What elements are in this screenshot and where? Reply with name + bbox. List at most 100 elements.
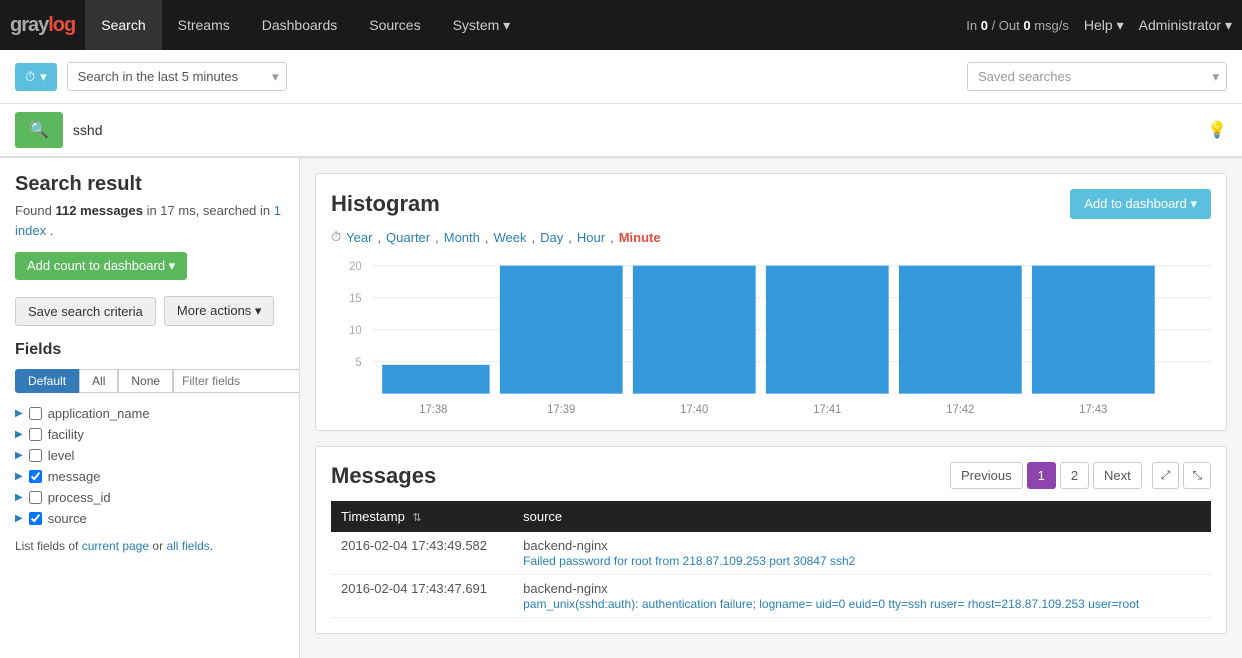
add-count-wrapper: Add count to dashboard ▾ <box>15 252 284 288</box>
histogram-add-dashboard-button[interactable]: Add to dashboard ▾ <box>1070 189 1211 219</box>
collapse-all-button[interactable]: ⤡ <box>1183 462 1211 489</box>
expand-arrow-message[interactable]: ▶ <box>15 471 23 482</box>
interval-month[interactable]: Month <box>444 230 480 245</box>
search-input-row: 🔍 💡 <box>0 104 1242 158</box>
main-layout: Search result Found 112 messages in 17 m… <box>0 158 1242 658</box>
result-count: 112 messages <box>55 203 142 218</box>
fields-tabs: Default All None <box>15 369 284 393</box>
histogram-intervals: ⏱ Year, Quarter, Month, Week, Day, Hour,… <box>331 229 1211 245</box>
field-label-application_name[interactable]: application_name <box>48 406 150 421</box>
time-select[interactable]: Search in the last 5 minutes <box>67 62 287 91</box>
brand-logo[interactable]: graylog <box>10 14 75 37</box>
expand-arrow-level[interactable]: ▶ <box>15 450 23 461</box>
page-1-button[interactable]: 1 <box>1027 462 1056 489</box>
timestamp-1: 2016-02-04 17:43:49.582 <box>331 532 513 575</box>
histogram-title: Histogram <box>331 191 440 217</box>
timestamp-2: 2016-02-04 17:43:47.691 <box>331 575 513 618</box>
svg-text:17:40: 17:40 <box>680 404 708 415</box>
interval-hour[interactable]: Hour <box>577 230 605 245</box>
source-1: backend-nginx <box>523 538 608 553</box>
sort-icon-timestamp: ⇅ <box>412 512 421 524</box>
expand-buttons: ⤢ ⤡ <box>1152 462 1211 489</box>
tab-none[interactable]: None <box>118 369 173 393</box>
checkbox-source[interactable] <box>29 512 42 525</box>
admin-menu[interactable]: Administrator ▾ <box>1139 17 1232 34</box>
more-actions-button[interactable]: More actions ▾ <box>164 296 275 326</box>
search-hint-icon[interactable]: 💡 <box>1207 120 1227 140</box>
checkbox-facility[interactable] <box>29 428 42 441</box>
throughput-stat: In 0 / Out 0 msg/s <box>966 18 1069 33</box>
current-page-link[interactable]: current page <box>82 539 149 553</box>
next-page-button[interactable]: Next <box>1093 462 1142 489</box>
interval-minute[interactable]: Minute <box>619 230 661 245</box>
messages-table: Timestamp ⇅ source 2016-02-04 17:43:49.5… <box>331 501 1211 618</box>
expand-arrow-facility[interactable]: ▶ <box>15 429 23 440</box>
source-2: backend-nginx <box>523 581 608 596</box>
all-fields-link[interactable]: all fields <box>166 539 209 553</box>
svg-text:15: 15 <box>349 293 362 305</box>
fields-title: Fields <box>15 341 284 359</box>
messages-card: Messages Previous 1 2 Next ⤢ ⤡ <box>315 446 1227 634</box>
checkbox-message[interactable] <box>29 470 42 483</box>
field-item-process_id: ▶ process_id <box>15 487 284 508</box>
save-search-criteria-button[interactable]: Save search criteria <box>15 297 156 326</box>
field-label-facility[interactable]: facility <box>48 427 84 442</box>
svg-text:10: 10 <box>349 325 362 337</box>
histogram-chart: 20 15 10 5 17:38 17:39 <box>331 255 1211 415</box>
messages-header: Messages Previous 1 2 Next ⤢ ⤡ <box>331 462 1211 489</box>
field-item-application_name: ▶ application_name <box>15 403 284 424</box>
saved-searches-wrapper: Saved searches <box>967 62 1227 91</box>
histogram-card: Histogram Add to dashboard ▾ ⏱ Year, Qua… <box>315 173 1227 431</box>
expand-arrow-source[interactable]: ▶ <box>15 513 23 524</box>
prev-page-button[interactable]: Previous <box>950 462 1023 489</box>
nav-right: In 0 / Out 0 msg/s Help ▾ Administrator … <box>966 17 1232 34</box>
svg-text:20: 20 <box>349 261 362 273</box>
checkbox-level[interactable] <box>29 449 42 462</box>
nav-item-search[interactable]: Search <box>85 0 161 50</box>
field-label-source[interactable]: source <box>48 511 87 526</box>
expand-all-button[interactable]: ⤢ <box>1152 462 1180 489</box>
field-filter-input[interactable] <box>173 369 300 393</box>
nav-item-system[interactable]: System ▾ <box>437 0 527 50</box>
svg-text:17:42: 17:42 <box>946 404 974 415</box>
field-label-process_id[interactable]: process_id <box>48 490 111 505</box>
col-timestamp[interactable]: Timestamp ⇅ <box>331 501 513 532</box>
detail-1: Failed password for root from 218.87.109… <box>523 554 855 568</box>
expand-arrow-process_id[interactable]: ▶ <box>15 492 23 503</box>
tab-default[interactable]: Default <box>15 369 79 393</box>
svg-text:5: 5 <box>355 357 361 369</box>
col-source: source <box>513 501 1211 532</box>
table-row: 2016-02-04 17:43:47.691 backend-nginx pa… <box>331 575 1211 618</box>
field-item-level: ▶ level <box>15 445 284 466</box>
search-input[interactable] <box>73 122 1197 138</box>
logo: graylog <box>10 14 75 37</box>
interval-week[interactable]: Week <box>494 230 527 245</box>
interval-year[interactable]: Year <box>346 230 372 245</box>
interval-day[interactable]: Day <box>540 230 563 245</box>
search-icon: 🔍 <box>29 122 49 139</box>
action-buttons: Save search criteria More actions ▾ <box>15 296 284 326</box>
time-range-button[interactable]: ⏱ ▾ <box>15 63 57 91</box>
nav-item-streams[interactable]: Streams <box>162 0 246 50</box>
navbar: graylog Search Streams Dashboards Source… <box>0 0 1242 50</box>
checkbox-process_id[interactable] <box>29 491 42 504</box>
message-1-content: backend-nginx Failed password for root f… <box>513 532 1211 575</box>
page-2-button[interactable]: 2 <box>1060 462 1089 489</box>
help-menu[interactable]: Help ▾ <box>1084 17 1124 34</box>
search-bar: ⏱ ▾ Search in the last 5 minutes Saved s… <box>0 50 1242 104</box>
field-label-message[interactable]: message <box>48 469 101 484</box>
nav-item-dashboards[interactable]: Dashboards <box>246 0 354 50</box>
add-count-button[interactable]: Add count to dashboard ▾ <box>15 252 187 280</box>
saved-searches-select[interactable]: Saved searches <box>967 62 1227 91</box>
fields-section: Fields Default All None ▶ application_na… <box>15 341 284 553</box>
interval-quarter[interactable]: Quarter <box>386 230 430 245</box>
expand-arrow-application_name[interactable]: ▶ <box>15 408 23 419</box>
field-item-message: ▶ message <box>15 466 284 487</box>
svg-text:17:39: 17:39 <box>547 404 575 415</box>
field-label-level[interactable]: level <box>48 448 75 463</box>
checkbox-application_name[interactable] <box>29 407 42 420</box>
search-button[interactable]: 🔍 <box>15 112 63 148</box>
tab-all[interactable]: All <box>79 369 118 393</box>
nav-item-sources[interactable]: Sources <box>353 0 436 50</box>
field-item-source: ▶ source <box>15 508 284 529</box>
